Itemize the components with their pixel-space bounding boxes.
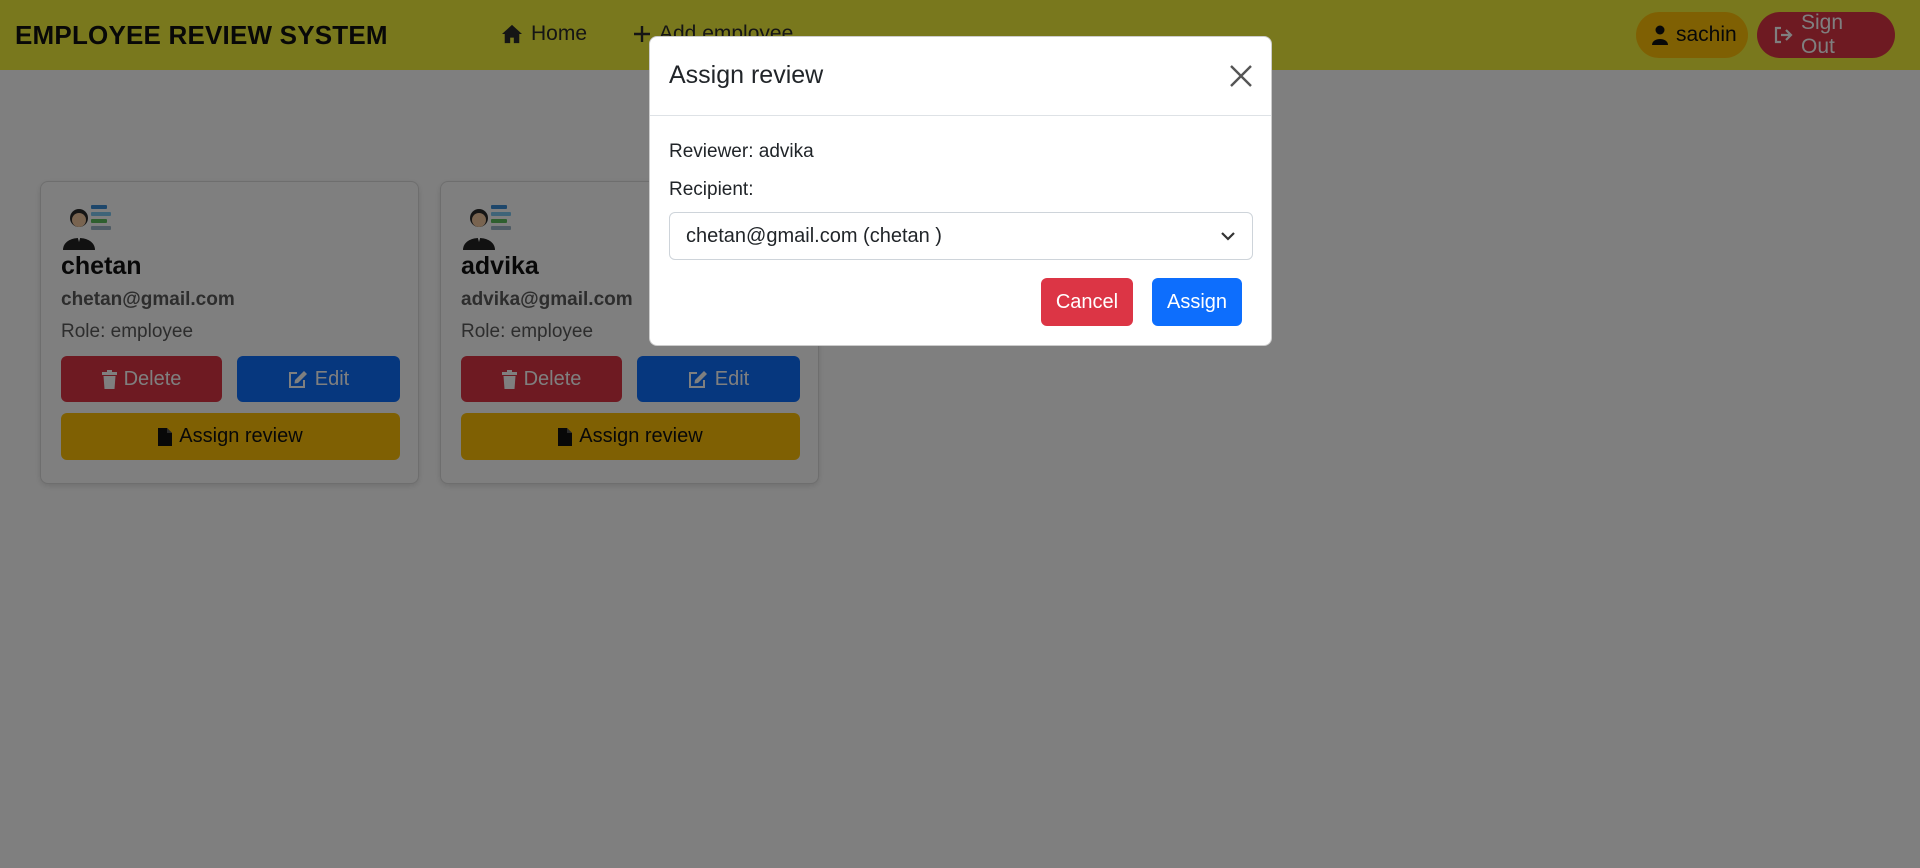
recipient-selected-value: chetan@gmail.com (chetan ) (686, 224, 942, 247)
modal-title: Assign review (669, 61, 824, 89)
recipient-label: Recipient: (669, 179, 754, 200)
close-icon[interactable] (1228, 63, 1254, 89)
recipient-select[interactable]: chetan@gmail.com (chetan ) (669, 212, 1253, 260)
reviewer-text: Reviewer: advika (669, 141, 814, 162)
assign-button[interactable]: Assign (1152, 278, 1242, 326)
cancel-button[interactable]: Cancel (1041, 278, 1133, 326)
assign-label: Assign (1166, 290, 1228, 313)
modal-header: Assign review (650, 37, 1271, 116)
cancel-label: Cancel (1055, 290, 1119, 313)
assign-review-modal: Assign review Reviewer: advika Recipient… (649, 36, 1272, 346)
chevron-down-icon (1220, 231, 1236, 241)
